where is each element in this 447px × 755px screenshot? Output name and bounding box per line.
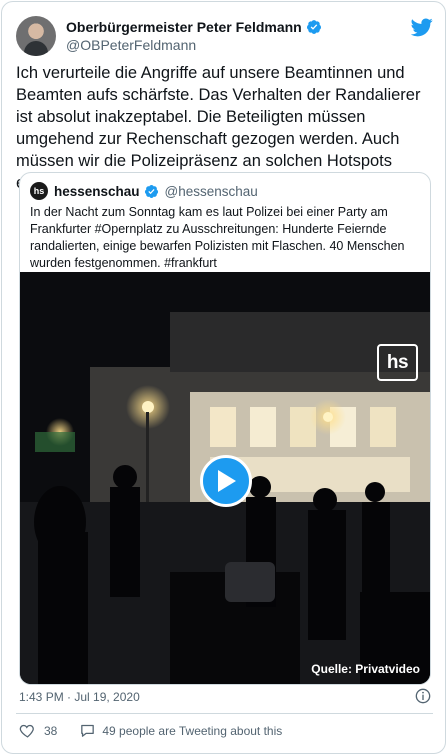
quoted-header: hs hessenschau @hessenschau [30,181,258,201]
video-player[interactable]: hs Quelle: Privatvideo [20,272,430,684]
footer-divider [16,713,433,714]
quoted-tweet[interactable]: hs hessenschau @hessenschau In der Nacht… [19,172,431,685]
hessenschau-logo: hs [377,344,418,381]
author-names: Oberbürgermeister Peter Feldmann @OBPete… [66,19,322,53]
quoted-author-handle[interactable]: @hessenschau [165,184,258,199]
quoted-avatar[interactable]: hs [30,182,48,200]
author-handle[interactable]: @OBPeterFeldmann [66,37,322,53]
tweet-header: Oberbürgermeister Peter Feldmann @OBPete… [16,16,433,60]
tweet-timestamp[interactable]: 1:43 PM · Jul 19, 2020 [19,690,140,704]
like-count[interactable]: 38 [44,724,57,738]
play-button[interactable] [200,455,252,507]
verified-badge-icon [144,184,158,198]
tweet-card: Oberbürgermeister Peter Feldmann @OBPete… [1,1,446,754]
author-name[interactable]: Oberbürgermeister Peter Feldmann [66,19,302,35]
verified-badge-icon [306,20,321,34]
author-avatar[interactable] [16,16,56,56]
heart-icon[interactable] [19,722,36,739]
video-source-label: Quelle: Privatvideo [311,662,420,676]
play-icon [218,470,236,492]
quoted-author-name[interactable]: hessenschau [54,184,140,199]
quoted-text: In der Nacht zum Sonntag kam es laut Pol… [30,205,405,270]
twitter-bird-icon[interactable] [411,16,433,38]
tweet-actions: 38 49 people are Tweeting about this [19,722,282,739]
author-name-row: Oberbürgermeister Peter Feldmann [66,19,322,35]
comment-bubble-icon[interactable] [79,722,96,739]
tweeting-about-link[interactable]: 49 people are Tweeting about this [102,724,282,738]
info-icon[interactable] [415,688,431,704]
